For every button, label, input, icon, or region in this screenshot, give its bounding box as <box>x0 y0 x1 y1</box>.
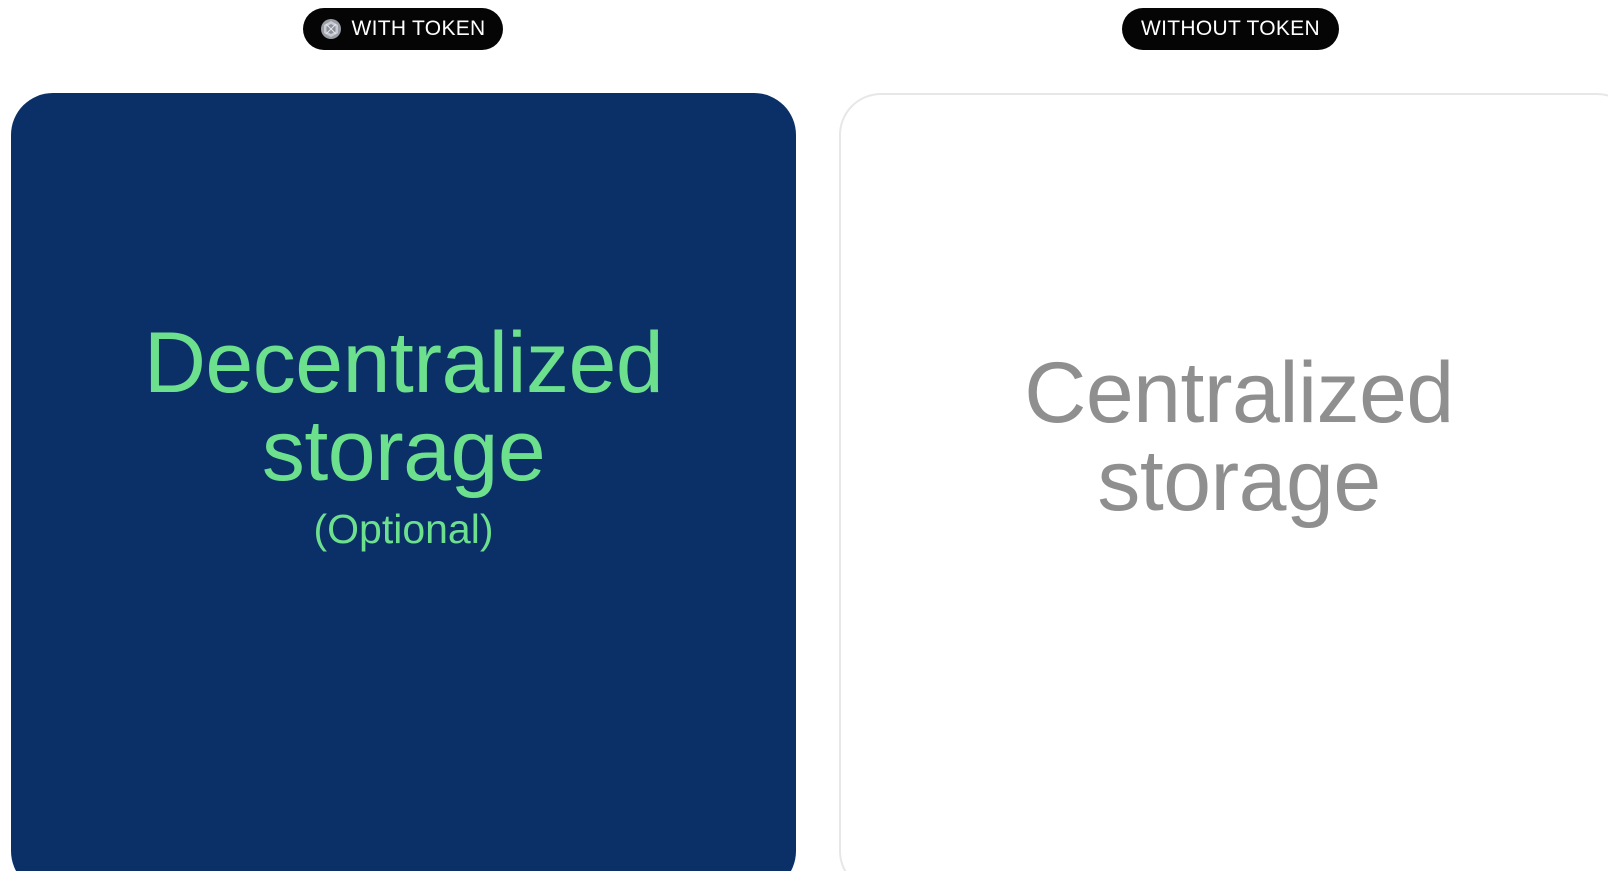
comparison-page: WITH TOKEN WITHOUT TOKEN Decentralized s… <box>0 0 1608 871</box>
optional-subtitle: (Optional) <box>313 506 494 552</box>
card-title-line-1: Decentralized <box>143 315 664 411</box>
without-token-badge: WITHOUT TOKEN <box>1122 8 1339 50</box>
decentralized-storage-card: Decentralized storage (Optional) <box>11 93 796 871</box>
token-coin-icon <box>320 18 342 40</box>
decentralized-storage-title: Decentralized storage <box>143 315 664 499</box>
card-title-line-1: Centralized <box>1024 345 1454 441</box>
centralized-storage-title: Centralized storage <box>1024 349 1454 525</box>
with-token-label: WITH TOKEN <box>351 17 486 40</box>
card-title-line-2: storage <box>1097 433 1381 529</box>
without-token-label: WITHOUT TOKEN <box>1141 17 1320 40</box>
card-title-line-2: storage <box>261 403 546 499</box>
with-token-badge: WITH TOKEN <box>303 8 503 50</box>
centralized-storage-card: Centralized storage <box>839 93 1608 871</box>
